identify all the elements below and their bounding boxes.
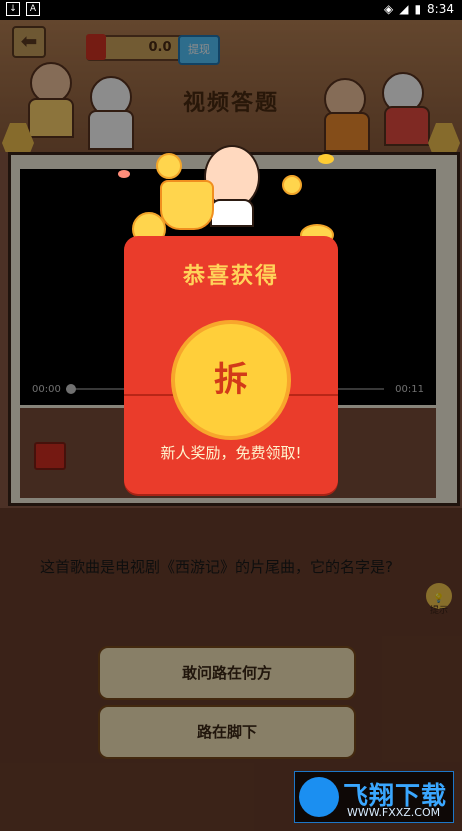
download-icon: ↓ [6, 2, 20, 16]
red-packet-popup[interactable]: 恭喜获得 拆 新人奖励，免费领取! [124, 236, 338, 494]
open-packet-button[interactable]: 拆 [171, 320, 291, 440]
brand-logo-icon [299, 777, 339, 817]
coin-icon [156, 153, 182, 179]
a-icon: A [26, 2, 40, 16]
status-right-icons: ◈ ◢ ▮ 8:34 [384, 2, 454, 16]
status-left-icons: ↓ A [6, 2, 40, 16]
mascot-body [210, 199, 254, 227]
coin-icon [282, 175, 302, 195]
popup-tip: 新人奖励，免费领取! [160, 444, 302, 462]
spark-icon [318, 154, 334, 164]
open-packet-label: 拆 [214, 360, 248, 400]
trophy-icon [160, 180, 214, 230]
watermark-site: WWW.FXXZ.COM [347, 806, 441, 819]
spark-icon [118, 170, 130, 178]
status-time: 8:34 [427, 2, 454, 16]
battery-icon: ▮ [414, 2, 422, 16]
wifi-icon: ◈ [383, 2, 394, 16]
popup-title: 恭喜获得 [182, 264, 279, 289]
status-bar: ↓ A ◈ ◢ ▮ 8:34 [0, 0, 462, 20]
signal-icon: ◢ [399, 2, 409, 16]
watermark: 飞翔下载 WWW.FXXZ.COM [294, 771, 454, 823]
